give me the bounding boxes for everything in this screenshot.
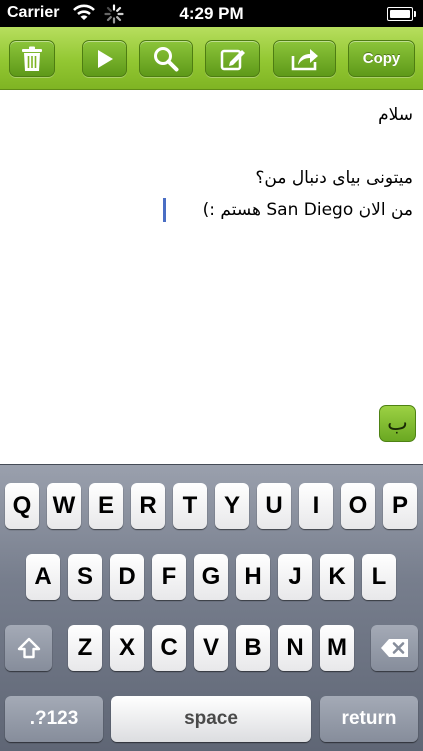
share-icon	[291, 48, 318, 70]
key-v[interactable]: V	[194, 625, 228, 671]
key-x[interactable]: X	[110, 625, 144, 671]
trash-button[interactable]	[9, 40, 55, 77]
key-o[interactable]: O	[341, 483, 375, 529]
toolbar: Copy	[0, 27, 423, 90]
key-m[interactable]: M	[320, 625, 354, 671]
key-z[interactable]: Z	[68, 625, 102, 671]
key-n[interactable]: N	[278, 625, 312, 671]
share-button[interactable]	[273, 40, 336, 77]
shift-icon	[17, 637, 40, 659]
key-d[interactable]: D	[110, 554, 144, 600]
play-button[interactable]	[82, 40, 127, 77]
key-p[interactable]: P	[383, 483, 417, 529]
edit-button[interactable]	[205, 40, 260, 77]
delete-key[interactable]	[371, 625, 418, 671]
key-e[interactable]: E	[89, 483, 123, 529]
key-a[interactable]: A	[26, 554, 60, 600]
key-c[interactable]: C	[152, 625, 186, 671]
key-s[interactable]: S	[68, 554, 102, 600]
keyboard: Q W E R T Y U I O P A S D F G H J K L Z …	[0, 464, 423, 751]
copy-button[interactable]: Copy	[348, 40, 415, 77]
key-g[interactable]: G	[194, 554, 228, 600]
search-icon	[154, 46, 179, 71]
text-cursor	[163, 198, 166, 222]
key-u[interactable]: U	[257, 483, 291, 529]
key-h[interactable]: H	[236, 554, 270, 600]
key-t[interactable]: T	[173, 483, 207, 529]
numbers-key[interactable]: .?123	[5, 696, 103, 742]
text-line: سلام	[378, 105, 413, 125]
key-r[interactable]: R	[131, 483, 165, 529]
key-k[interactable]: K	[320, 554, 354, 600]
key-q[interactable]: Q	[5, 483, 39, 529]
text-line: میتونی بیای دنبال من؟	[255, 168, 413, 188]
space-key[interactable]: space	[111, 696, 311, 742]
edit-icon	[220, 49, 245, 70]
trash-icon	[22, 46, 42, 71]
shift-key[interactable]	[5, 625, 52, 671]
key-i[interactable]: I	[299, 483, 333, 529]
key-y[interactable]: Y	[215, 483, 249, 529]
status-bar: Carrier 4:29 PM	[0, 0, 423, 27]
key-w[interactable]: W	[47, 483, 81, 529]
key-j[interactable]: J	[278, 554, 312, 600]
key-f[interactable]: F	[152, 554, 186, 600]
play-icon	[97, 49, 113, 68]
clock: 4:29 PM	[179, 4, 244, 23]
backspace-icon	[380, 639, 408, 657]
text-editor[interactable]: سلام میتونی بیای دنبال من؟ من الان San D…	[0, 90, 423, 463]
key-l[interactable]: L	[362, 554, 396, 600]
return-key[interactable]: return	[320, 696, 418, 742]
key-b[interactable]: B	[236, 625, 270, 671]
language-switch-button[interactable]: ب	[379, 405, 416, 442]
search-button[interactable]	[139, 40, 193, 77]
battery-icon	[387, 7, 416, 21]
text-line: من الان San Diego هستم :)	[202, 200, 413, 220]
